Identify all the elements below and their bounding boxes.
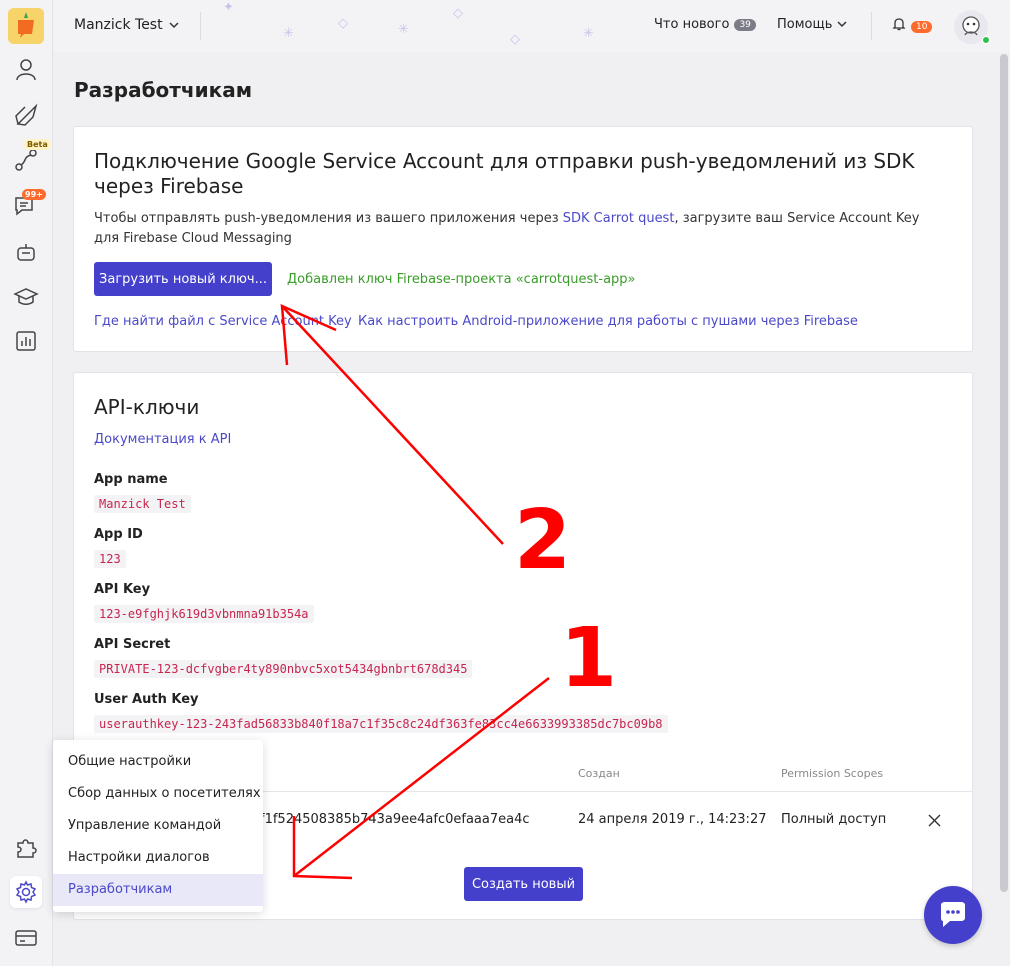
field-label: API Key [94,582,151,597]
users-icon[interactable] [10,54,42,86]
notifications-button[interactable]: 10 [892,17,933,36]
app-logo-icon[interactable] [8,8,44,44]
whats-new-button[interactable]: Что нового 39 [654,17,756,32]
android-setup-link[interactable]: Как настроить Android-приложение для раб… [358,314,858,329]
field-value[interactable]: PRIVATE-123-dcfvgber4ty890nbvc5xot5434gb… [94,660,473,678]
menu-item-team[interactable]: Управление командой [53,810,263,842]
snowflake-icon: ✳ [283,26,294,41]
upload-key-button[interactable]: Загрузить новый ключ... [94,262,272,296]
annotation-number-one: 1 [560,611,618,706]
integrations-puzzle-icon[interactable] [10,832,42,864]
whats-new-label: Что нового [654,17,730,32]
divider [200,12,201,40]
delete-token-close-icon[interactable] [924,810,944,830]
chat-count-badge: 99+ [22,189,46,200]
topbar: Manzick Test ✦ ✳ ◇ ✳ ◇ ◇ ✳ Что нового 39… [53,0,1010,52]
menu-item-general[interactable]: Общие настройки [53,746,263,778]
project-name: Manzick Test [74,17,163,33]
project-selector[interactable]: Manzick Test [74,17,179,33]
created-cell: 24 апреля 2019 г., 14:23:27 [578,812,767,827]
create-new-button[interactable]: Создать новый [464,867,583,901]
whats-new-count: 39 [734,18,756,31]
key-added-status: Добавлен ключ Firebase-проекта «carrotqu… [287,272,636,287]
field-label: API Secret [94,637,171,652]
field-value[interactable]: userauthkey-123-243fad56833b840f18a7c1f3… [94,715,668,733]
notifications-count: 10 [911,20,933,33]
settings-gear-icon[interactable] [10,876,42,908]
column-header-created: Создан [578,767,620,780]
help-label: Помощь [777,17,833,32]
scopes-cell: Полный доступ [781,812,887,827]
firebase-description: Чтобы отправлять push-уведомления из ваш… [94,209,934,249]
chevron-down-icon [169,17,179,33]
field-label: App name [94,472,168,487]
field-label: User Auth Key [94,692,199,707]
snowflake-icon: ◇ [453,6,463,21]
settings-menu: Общие настройки Сбор данных о посетителя… [53,740,263,912]
snowflake-icon: ✦ [223,0,234,15]
field-value[interactable]: 123-e9fghjk619d3vbnmna91b354a [94,605,314,623]
snowflake-icon: ◇ [338,16,348,31]
help-menu-button[interactable]: Помощь [777,17,847,32]
sdk-link[interactable]: SDK Carrot quest [563,211,675,226]
reports-icon[interactable] [10,325,42,357]
token-cell: f1f524508385b743a9ee4afc0efaaa7ea4c [260,812,530,827]
api-docs-link[interactable]: Документация к API [94,432,231,447]
sidebar: Beta 99+ [0,0,53,966]
online-status-dot [982,36,990,44]
firebase-title: Подключение Google Service Account для о… [94,149,915,198]
billing-card-icon[interactable] [10,922,42,954]
find-service-account-link[interactable]: Где найти файл с Service Account Key [94,314,352,329]
snowflake-icon: ◇ [510,32,520,47]
chat-widget-button[interactable] [924,886,982,944]
menu-item-developers[interactable]: Разработчикам [53,874,263,906]
snowflake-icon: ✳ [583,26,594,41]
field-value[interactable]: Manzick Test [94,495,191,513]
bell-icon [892,17,906,36]
description-text: Чтобы отправлять push-уведомления из ваш… [94,211,563,226]
page-title: Разработчикам [74,78,253,102]
rocket-icon[interactable] [10,100,42,132]
menu-item-dialogs[interactable]: Настройки диалогов [53,842,263,874]
divider [871,12,872,40]
field-label: App ID [94,527,143,542]
chevron-down-icon [837,17,847,32]
bot-icon[interactable] [10,236,42,268]
beta-badge: Beta [24,139,51,150]
academy-icon[interactable] [10,281,42,313]
page-scrollbar[interactable] [1000,54,1008,892]
column-header-scopes: Permission Scopes [781,767,884,780]
snowflake-icon: ✳ [398,22,409,37]
firebase-card: Подключение Google Service Account для о… [73,126,973,352]
annotation-number-two: 2 [514,493,572,588]
field-value[interactable]: 123 [94,550,126,568]
api-title: API-ключи [94,395,200,419]
menu-item-visitor-data[interactable]: Сбор данных о посетителях [53,778,263,810]
